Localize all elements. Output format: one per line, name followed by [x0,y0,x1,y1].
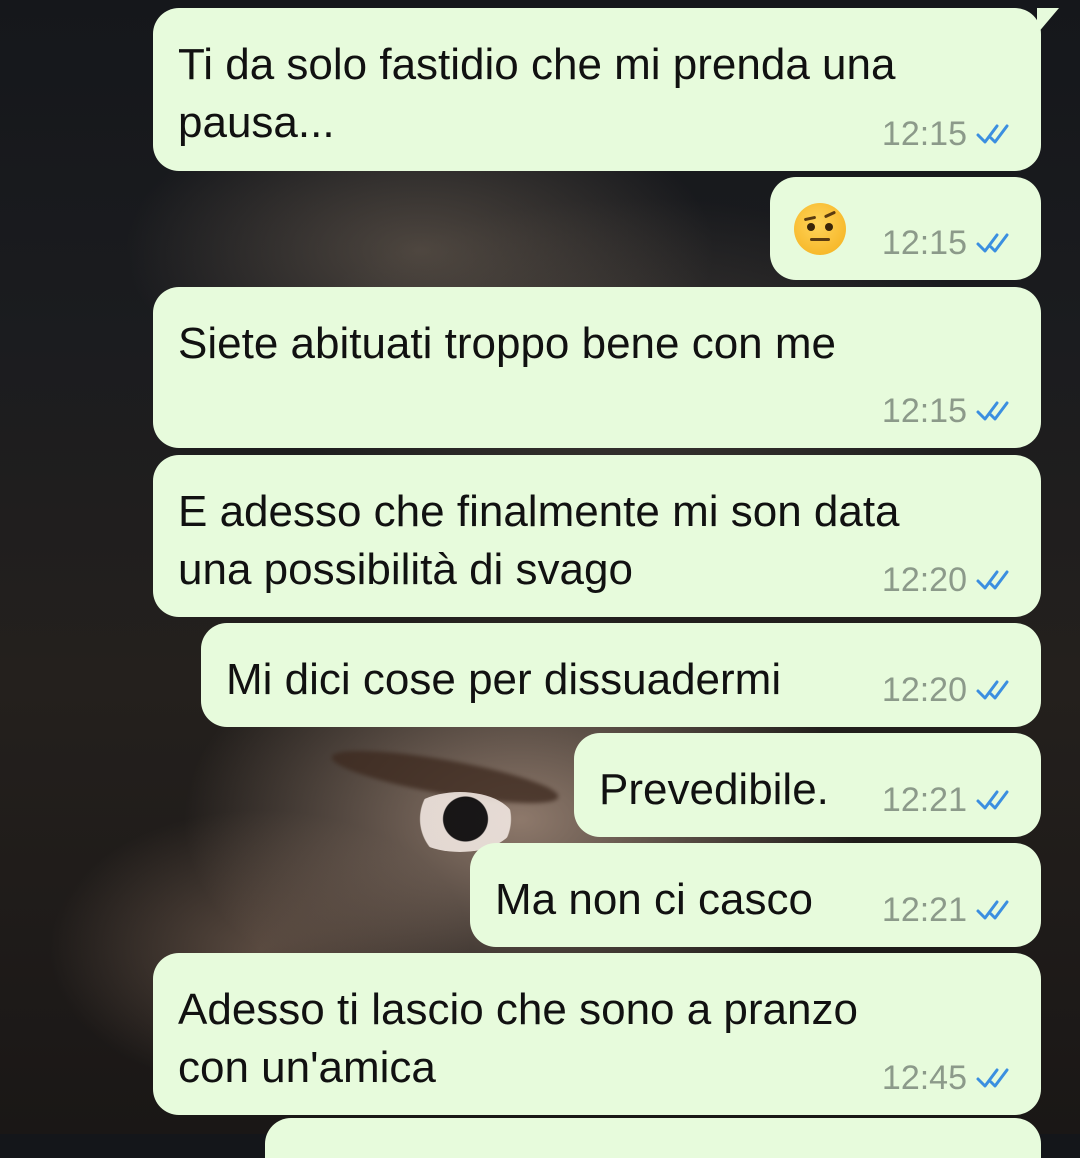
message-bubble[interactable]: E adesso che finalmente mi son data una … [153,455,1041,617]
message-text: Mi dici cose per dissuadermi [226,655,782,704]
message-bubble[interactable]: Adesso ti lascio che sono a pranzo con u… [153,953,1041,1115]
message-time: 12:21 [881,891,967,929]
message-time: 12:21 [881,781,967,819]
message-time: 12:20 [881,561,967,599]
message-bubble[interactable]: Prevedibile. 12:21 [574,733,1041,837]
message-time: 12:15 [881,224,967,262]
message-text: Ma non ci casco [495,875,813,924]
message-meta: 12:20 [882,673,1019,707]
message-meta: 12:15 [882,226,1019,260]
message-meta: 12:21 [882,783,1019,817]
message-text: Adesso ti lascio che sono a pranzo con u… [178,985,858,1092]
double-check-read-icon [976,570,1009,590]
message-text: Siete abituati troppo bene con me [178,319,837,368]
double-check-read-icon [976,124,1009,144]
message-text: Ti da solo fastidio che mi prenda una pa… [178,40,896,147]
bubble-tail [1037,8,1059,34]
message-bubble[interactable]: Ma non ci casco 12:21 [470,843,1041,947]
message-bubble[interactable]: Mi dici cose per dissuadermi 12:20 [201,623,1041,727]
message-text: E adesso che finalmente mi son data una … [178,487,900,594]
message-meta: 12:15 [882,394,1019,428]
message-text: Prevedibile. [599,765,829,814]
double-check-read-icon [976,1068,1009,1088]
message-meta: 12:45 [882,1061,1019,1095]
double-check-read-icon [976,401,1009,421]
message-time: 12:15 [881,115,967,153]
double-check-read-icon [976,233,1009,253]
message-bubble-partial[interactable] [265,1118,1041,1158]
message-bubble[interactable]: Ti da solo fastidio che mi prenda una pa… [153,8,1059,171]
double-check-read-icon [976,680,1009,700]
double-check-read-icon [976,900,1009,920]
face-with-raised-eyebrow-emoji [794,203,846,255]
message-meta: 12:15 [882,117,1019,151]
double-check-read-icon [976,790,1009,810]
message-meta: 12:21 [882,893,1019,927]
message-bubble[interactable]: 12:15 [770,177,1041,280]
message-time: 12:15 [881,392,967,430]
message-time: 12:45 [881,1059,967,1097]
message-time: 12:20 [881,671,967,709]
message-meta: 12:20 [882,563,1019,597]
message-bubble[interactable]: Siete abituati troppo bene con me 12:15 [153,287,1041,448]
